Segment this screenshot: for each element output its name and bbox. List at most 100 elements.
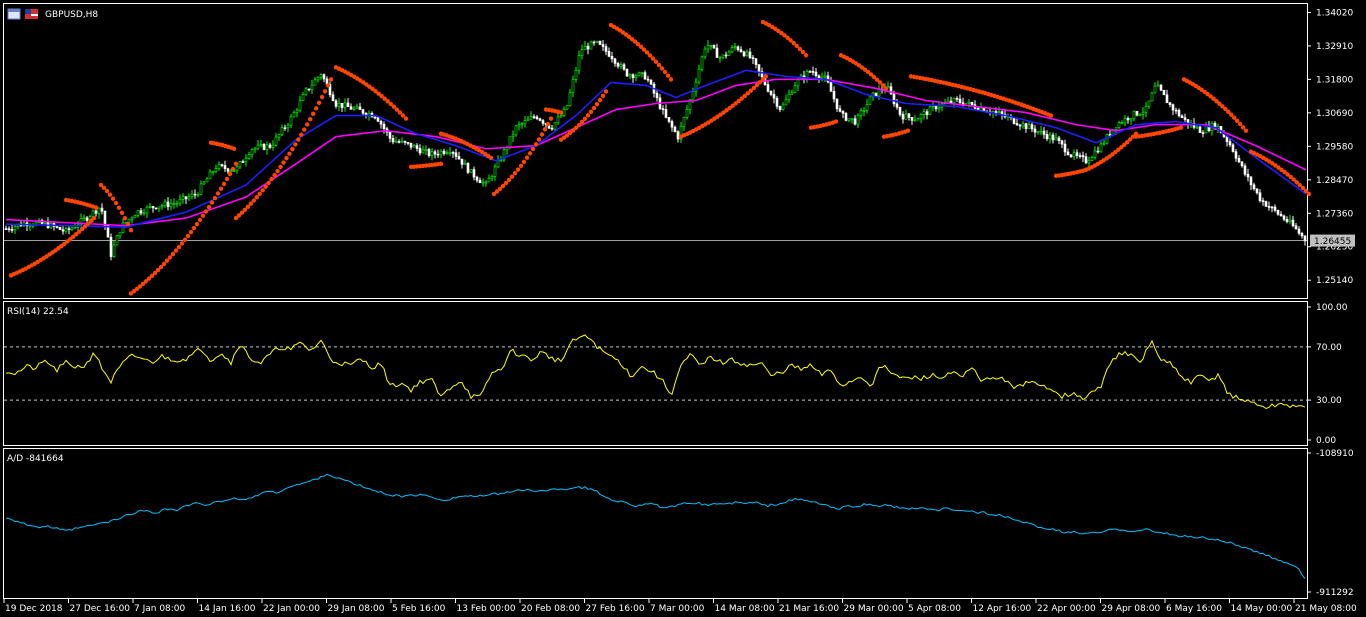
chart-canvas[interactable]: GBPUSD,H8 1.34020 1.32910 1.31800 1.30690 1.… (0, 0, 1366, 617)
candle-body (202, 181, 206, 185)
sar-dot (101, 185, 107, 191)
time-tick-label: 14 Mar 08:00 (715, 604, 775, 614)
sar-dot (209, 200, 215, 205)
candle-body (919, 114, 923, 120)
candle-body (736, 46, 740, 50)
candle-body (556, 116, 560, 124)
sar-dot (206, 204, 212, 210)
candle-body (1075, 152, 1079, 156)
candle-body (406, 142, 410, 144)
candle-body (733, 46, 737, 49)
sar-dot (308, 117, 313, 122)
candle-body (445, 152, 449, 154)
time-tick-label: 5 Apr 08:00 (908, 604, 961, 614)
ad-label: A/D -841664 (7, 454, 64, 464)
candle-body (250, 149, 254, 155)
candle-body (154, 207, 158, 210)
candle-body (457, 156, 461, 160)
candle-body (619, 64, 623, 67)
time-tick-label: 13 Feb 00:00 (457, 604, 516, 614)
candle-body (115, 235, 119, 246)
candle-body (979, 107, 983, 111)
candle-body (439, 150, 443, 156)
candle-body (256, 144, 260, 149)
candle-body (418, 148, 422, 154)
candle-body (568, 92, 572, 106)
candle-body (1177, 109, 1181, 117)
sar-dot (316, 100, 322, 105)
sar-dot (284, 156, 289, 161)
candle-body (1276, 210, 1280, 215)
candle-body (541, 120, 545, 124)
time-tick-label: 6 May 16:00 (1166, 604, 1222, 614)
price-tick-label: 1.30690 (1316, 109, 1353, 119)
sar-dot (257, 191, 262, 197)
sar-dot (269, 176, 274, 182)
candle-body (1087, 160, 1091, 164)
time-tick-label: 29 Mar 00:00 (844, 604, 904, 614)
candle-body (634, 75, 638, 79)
candle-body (193, 193, 197, 196)
candle-body (316, 76, 320, 81)
sar-dot (113, 200, 119, 206)
candle-body (673, 126, 677, 132)
time-tick-label: 21 Mar 16:00 (779, 604, 839, 614)
candle-body (271, 144, 275, 148)
candle-body (841, 111, 845, 114)
candle-body (532, 116, 536, 118)
candle-body (604, 46, 608, 52)
candle-body (1045, 134, 1049, 140)
candle-body (277, 134, 281, 138)
candle-body (589, 41, 593, 50)
candle-body (10, 229, 14, 231)
candle-body (43, 221, 47, 224)
sar-dot (524, 155, 530, 160)
candle-body (1096, 150, 1100, 153)
candle-body (472, 169, 476, 178)
candle-body (595, 40, 599, 43)
candle-body (859, 110, 863, 116)
candle-body (1114, 127, 1118, 130)
candle-body (217, 164, 221, 169)
candle-body (226, 168, 230, 172)
sar-dot (905, 128, 911, 133)
candle-body (949, 100, 953, 104)
sar-dot (310, 111, 316, 117)
candle-body (1048, 134, 1052, 140)
sar-dot (122, 216, 128, 221)
candle-body (706, 45, 710, 50)
candle-body (670, 121, 674, 128)
candle-body (448, 152, 452, 154)
candle-body (718, 57, 722, 59)
candle-body (424, 149, 428, 151)
candle-body (169, 203, 173, 208)
sar-dot (1237, 121, 1243, 127)
candle-body (412, 145, 416, 148)
candle-body (442, 150, 446, 154)
sar-dot (665, 73, 671, 78)
candle-body (892, 93, 896, 105)
candle-body (409, 142, 413, 148)
candle-body (331, 94, 335, 102)
candle-body (64, 228, 68, 232)
candle-body (247, 154, 251, 159)
candle-body (172, 203, 176, 205)
candle-body (739, 49, 743, 53)
time-tick-label: 19 Dec 2018 (5, 604, 63, 614)
time-tick-label: 22 Jan 00:00 (263, 604, 320, 614)
candle-body (127, 218, 131, 223)
chart-background (0, 0, 1366, 617)
candle-body (70, 227, 74, 230)
candle-body (637, 72, 641, 77)
candle-body (820, 76, 824, 79)
sar-dot (319, 94, 325, 100)
candle-body (928, 106, 932, 115)
sar-dot (275, 168, 280, 174)
candle-body (481, 181, 485, 184)
flag-icon (25, 9, 38, 19)
candle-body (1285, 219, 1289, 222)
candle-body (61, 229, 65, 232)
candle-body (238, 161, 242, 168)
time-tick-label: 14 May 00:00 (1231, 604, 1293, 614)
sar-dot (224, 176, 230, 182)
